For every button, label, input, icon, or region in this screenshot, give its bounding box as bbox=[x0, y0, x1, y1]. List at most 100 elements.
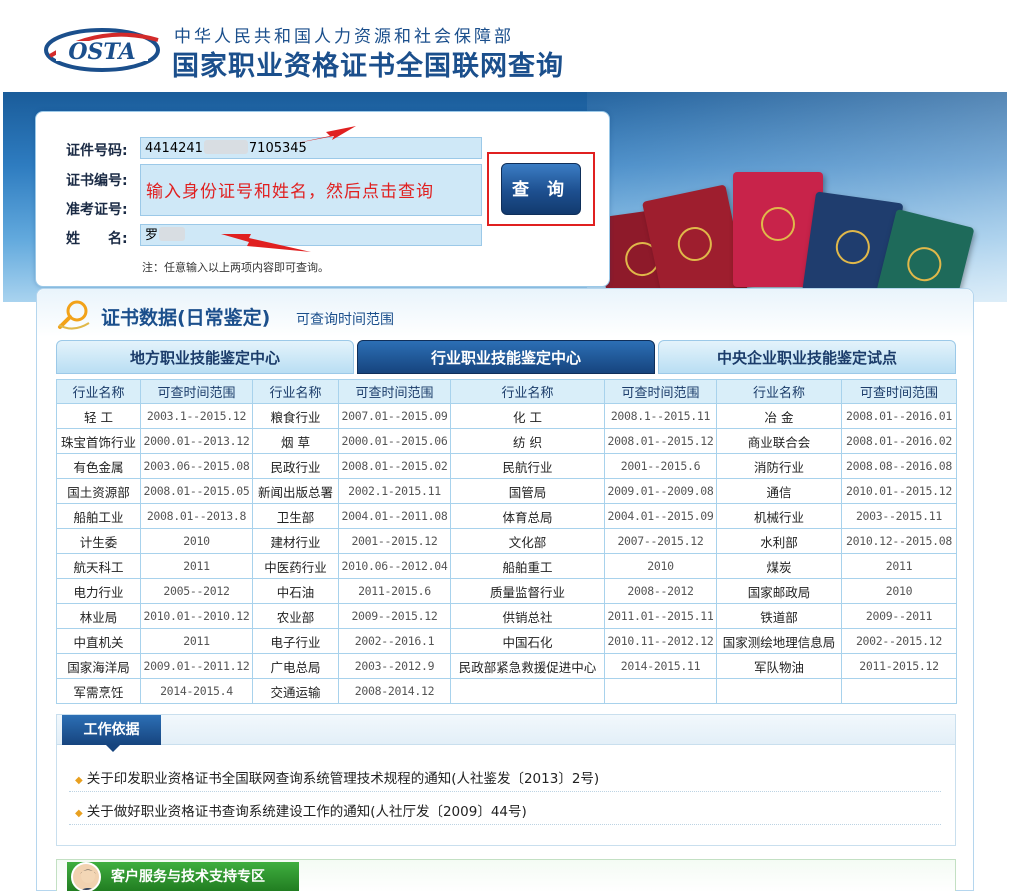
time-range-cell: 2011 bbox=[140, 553, 253, 579]
work-basis-title: 工作依据 bbox=[62, 715, 161, 752]
industry-name-cell: 卫生部 bbox=[252, 503, 339, 529]
basis-link-text: 关于印发职业资格证书全国联网查询系统管理技术规程的通知(人社鉴发〔2013〕2号… bbox=[86, 771, 600, 787]
table-column-header: 可查时间范围 bbox=[338, 379, 451, 404]
id-number-prefix: 4414241 bbox=[145, 141, 203, 156]
time-range-cell: 2011-2015.12 bbox=[841, 653, 957, 679]
table-row: 国土资源部 2008.01--2015.05 新闻出版总署 2002.1-2015.1… bbox=[56, 478, 957, 504]
time-range-cell: 2008--2012 bbox=[604, 578, 717, 604]
time-range-cell: 2000.01--2013.12 bbox=[140, 428, 253, 454]
redaction-mask bbox=[203, 140, 248, 154]
time-range-cell: 2008.01--2015.02 bbox=[338, 453, 451, 479]
time-range-cell: 2008-2014.12 bbox=[338, 678, 451, 704]
industry-name-cell: 航天科工 bbox=[56, 553, 141, 579]
name-label: 姓 名: bbox=[66, 231, 128, 247]
time-range-cell: 2003.06--2015.08 bbox=[140, 453, 253, 479]
service-avatar-icon bbox=[71, 862, 101, 891]
time-range-cell: 2009.01--2011.12 bbox=[140, 653, 253, 679]
industry-name-cell: 供销总社 bbox=[450, 603, 605, 629]
industry-name-cell: 军需烹饪 bbox=[56, 678, 141, 704]
table-row: 电力行业 2005--2012 中石油 2011-2015.6 质量监督行业 2008--… bbox=[56, 578, 957, 604]
table-row: 轻 工 2003.1--2015.12 粮食行业 2007.01--2015.09 化 … bbox=[56, 403, 957, 429]
basis-link-1[interactable]: ◆ 关于印发职业资格证书全国联网查询系统管理技术规程的通知(人社鉴发〔2013〕2… bbox=[75, 767, 599, 787]
section-title: 证书数据(日常鉴定) bbox=[101, 307, 271, 329]
industry-name-cell: 中国石化 bbox=[450, 628, 605, 654]
table-row: 中直机关 2011 电子行业 2002--2016.1 中国石化 2010.11--201… bbox=[56, 628, 957, 654]
industry-name-cell: 烟 草 bbox=[252, 428, 339, 454]
industry-name-cell: 纺 织 bbox=[450, 428, 605, 454]
cert-number-label: 证书编号: bbox=[66, 173, 128, 189]
industry-name-cell: 化 工 bbox=[450, 403, 605, 429]
time-range-cell: 2011.01--2015.11 bbox=[604, 603, 717, 629]
tab-industry-centers[interactable]: 行业职业技能鉴定中心 bbox=[357, 340, 655, 374]
query-button[interactable]: 查 询 bbox=[501, 163, 581, 215]
industry-name-cell: 电子行业 bbox=[252, 628, 339, 654]
industry-name-cell: 国家测绘地理信息局 bbox=[716, 628, 842, 654]
table-row: 计生委 2010 建材行业 2001--2015.12 文化部 2007--2015.12… bbox=[56, 528, 957, 554]
time-range-cell: 2008.1--2015.11 bbox=[604, 403, 717, 429]
time-range-cell: 2010 bbox=[140, 528, 253, 554]
table-row: 林业局 2010.01--2010.12 农业部 2009--2015.12 供销总社 2… bbox=[56, 603, 957, 629]
industry-name-cell bbox=[450, 678, 605, 704]
time-range-cell: 2003.1--2015.12 bbox=[140, 403, 253, 429]
site-title: 国家职业资格证书全国联网查询 bbox=[172, 51, 564, 82]
work-basis-panel: 工作依据 ◆ 关于印发职业资格证书全国联网查询系统管理技术规程的通知(人社鉴发〔2… bbox=[56, 714, 956, 846]
industry-name-cell: 民航行业 bbox=[450, 453, 605, 479]
time-range-cell: 2008.08--2016.08 bbox=[841, 453, 957, 479]
table-column-header: 行业名称 bbox=[252, 379, 339, 404]
industry-name-cell: 计生委 bbox=[56, 528, 141, 554]
query-note: 注：任意输入以上两项内容即可查询。 bbox=[142, 261, 329, 274]
basis-link-2[interactable]: ◆ 关于做好职业资格证书查询系统建设工作的通知(人社厅发〔2009〕44号) bbox=[75, 800, 527, 820]
time-range-cell: 2000.01--2015.06 bbox=[338, 428, 451, 454]
time-range-cell: 2008.01--2015.12 bbox=[604, 428, 717, 454]
industry-name-cell bbox=[716, 678, 842, 704]
industry-name-cell: 铁道部 bbox=[716, 603, 842, 629]
time-range-cell: 2007--2015.12 bbox=[604, 528, 717, 554]
exam-number-label: 准考证号: bbox=[66, 202, 128, 218]
table-column-header: 行业名称 bbox=[450, 379, 605, 404]
time-range-cell: 2007.01--2015.09 bbox=[338, 403, 451, 429]
table-column-header: 可查时间范围 bbox=[140, 379, 253, 404]
time-range-cell bbox=[604, 678, 717, 704]
time-range-cell: 2008.01--2016.02 bbox=[841, 428, 957, 454]
time-range-cell: 2010 bbox=[841, 578, 957, 604]
industry-name-cell: 民政行业 bbox=[252, 453, 339, 479]
table-column-header: 行业名称 bbox=[56, 379, 141, 404]
work-basis-title-text: 工作依据 bbox=[83, 722, 140, 738]
industry-name-cell: 冶 金 bbox=[716, 403, 842, 429]
industry-name-cell: 船舶工业 bbox=[56, 503, 141, 529]
divider bbox=[69, 791, 941, 792]
id-number-label: 证件号码: bbox=[66, 143, 128, 159]
tab-local-centers[interactable]: 地方职业技能鉴定中心 bbox=[56, 340, 354, 374]
industry-name-cell: 国家海洋局 bbox=[56, 653, 141, 679]
bullet-icon: ◆ bbox=[75, 808, 83, 819]
industry-name-cell: 军队物油 bbox=[716, 653, 842, 679]
certificate-data-section: 证书数据(日常鉴定) 可查询时间范围 地方职业技能鉴定中心 行业职业技能鉴定中心… bbox=[36, 288, 974, 891]
industry-name-cell: 电力行业 bbox=[56, 578, 141, 604]
time-range-cell: 2003--2015.11 bbox=[841, 503, 957, 529]
industry-name-cell: 商业联合会 bbox=[716, 428, 842, 454]
table-column-header: 行业名称 bbox=[716, 379, 842, 404]
tab-central-enterprise[interactable]: 中央企业职业技能鉴定试点 bbox=[658, 340, 956, 374]
industry-name-cell: 中医药行业 bbox=[252, 553, 339, 579]
time-range-cell: 2010.01--2010.12 bbox=[140, 603, 253, 629]
customer-service-panel: 客户服务与技术支持专区 bbox=[56, 859, 956, 891]
industry-name-cell: 交通运输 bbox=[252, 678, 339, 704]
industry-name-cell: 通信 bbox=[716, 478, 842, 504]
table-column-header: 可查时间范围 bbox=[841, 379, 957, 404]
time-range-cell: 2009.01--2009.08 bbox=[604, 478, 717, 504]
time-range-cell: 2011 bbox=[140, 628, 253, 654]
time-range-cell: 2001--2015.12 bbox=[338, 528, 451, 554]
section-header: 证书数据(日常鉴定) 可查询时间范围 bbox=[37, 289, 973, 337]
industry-name-cell: 国土资源部 bbox=[56, 478, 141, 504]
industry-name-cell: 煤炭 bbox=[716, 553, 842, 579]
industry-name-cell: 轻 工 bbox=[56, 403, 141, 429]
table-header-row: 行业名称 可查时间范围 行业名称 可查时间范围 行业名称 可查时间范围 行业名称 可查时间范围 bbox=[56, 379, 957, 404]
customer-service-title[interactable]: 客户服务与技术支持专区 bbox=[67, 862, 299, 891]
table-row: 航天科工 2011 中医药行业 2010.06--2012.04 船舶重工 2010 煤炭 2… bbox=[56, 553, 957, 579]
table-column-header: 可查时间范围 bbox=[604, 379, 717, 404]
industry-name-cell: 有色金属 bbox=[56, 453, 141, 479]
arrow-annotation-icon bbox=[292, 126, 356, 144]
instruction-annotation: 输入身份证号和姓名，然后点击查询 bbox=[146, 182, 434, 202]
magnifier-icon bbox=[58, 300, 90, 330]
industry-name-cell: 机械行业 bbox=[716, 503, 842, 529]
